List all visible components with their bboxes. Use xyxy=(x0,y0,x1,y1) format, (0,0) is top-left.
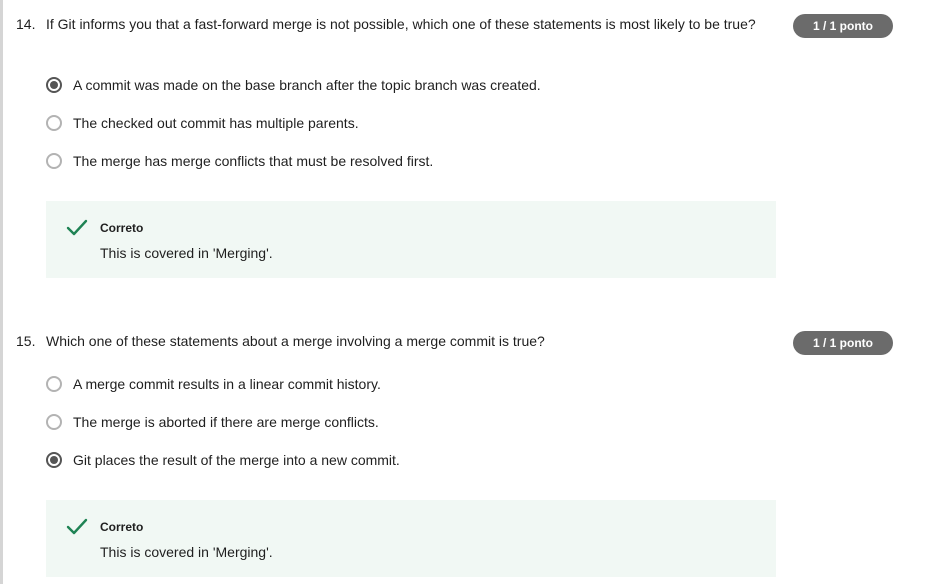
option-label: A commit was made on the base branch aft… xyxy=(73,77,541,93)
option-label: The merge is aborted if there are merge … xyxy=(73,414,379,430)
feedback-message: This is covered in 'Merging'. xyxy=(100,245,273,261)
answer-option[interactable]: The merge is aborted if there are merge … xyxy=(46,411,379,433)
answer-option[interactable]: A merge commit results in a linear commi… xyxy=(46,373,381,395)
answer-option[interactable]: Git places the result of the merge into … xyxy=(46,449,400,471)
quiz-results-page: 14. If Git informs you that a fast-forwa… xyxy=(0,0,941,584)
question-number: 14. xyxy=(16,16,36,32)
feedback-status: Correto xyxy=(100,221,144,235)
question-text: Which one of these statements about a me… xyxy=(46,333,545,349)
option-label: Git places the result of the merge into … xyxy=(73,452,400,468)
option-label: The checked out commit has multiple pare… xyxy=(73,115,359,131)
feedback-status: Correto xyxy=(100,520,144,534)
radio-unselected[interactable] xyxy=(46,153,62,169)
question-number: 15. xyxy=(16,333,36,349)
score-badge: 1 / 1 ponto xyxy=(793,14,893,38)
radio-unselected[interactable] xyxy=(46,414,62,430)
question-14: 14. If Git informs you that a fast-forwa… xyxy=(16,14,896,284)
feedback-box: Correto This is covered in 'Merging'. xyxy=(46,500,776,577)
answer-option[interactable]: A commit was made on the base branch aft… xyxy=(46,74,541,96)
option-label: A merge commit results in a linear commi… xyxy=(73,376,381,392)
radio-unselected[interactable] xyxy=(46,115,62,131)
feedback-message: This is covered in 'Merging'. xyxy=(100,544,273,560)
question-15: 15. Which one of these statements about … xyxy=(16,331,896,584)
question-text: If Git informs you that a fast-forward m… xyxy=(46,16,756,32)
answer-option[interactable]: The merge has merge conflicts that must … xyxy=(46,150,433,172)
radio-unselected[interactable] xyxy=(46,376,62,392)
feedback-box: Correto This is covered in 'Merging'. xyxy=(46,201,776,278)
radio-selected[interactable] xyxy=(46,77,62,93)
radio-selected[interactable] xyxy=(46,452,62,468)
check-icon xyxy=(66,518,88,535)
answer-option[interactable]: The checked out commit has multiple pare… xyxy=(46,112,359,134)
option-label: The merge has merge conflicts that must … xyxy=(73,153,434,169)
check-icon xyxy=(66,219,88,236)
score-badge: 1 / 1 ponto xyxy=(793,331,893,355)
